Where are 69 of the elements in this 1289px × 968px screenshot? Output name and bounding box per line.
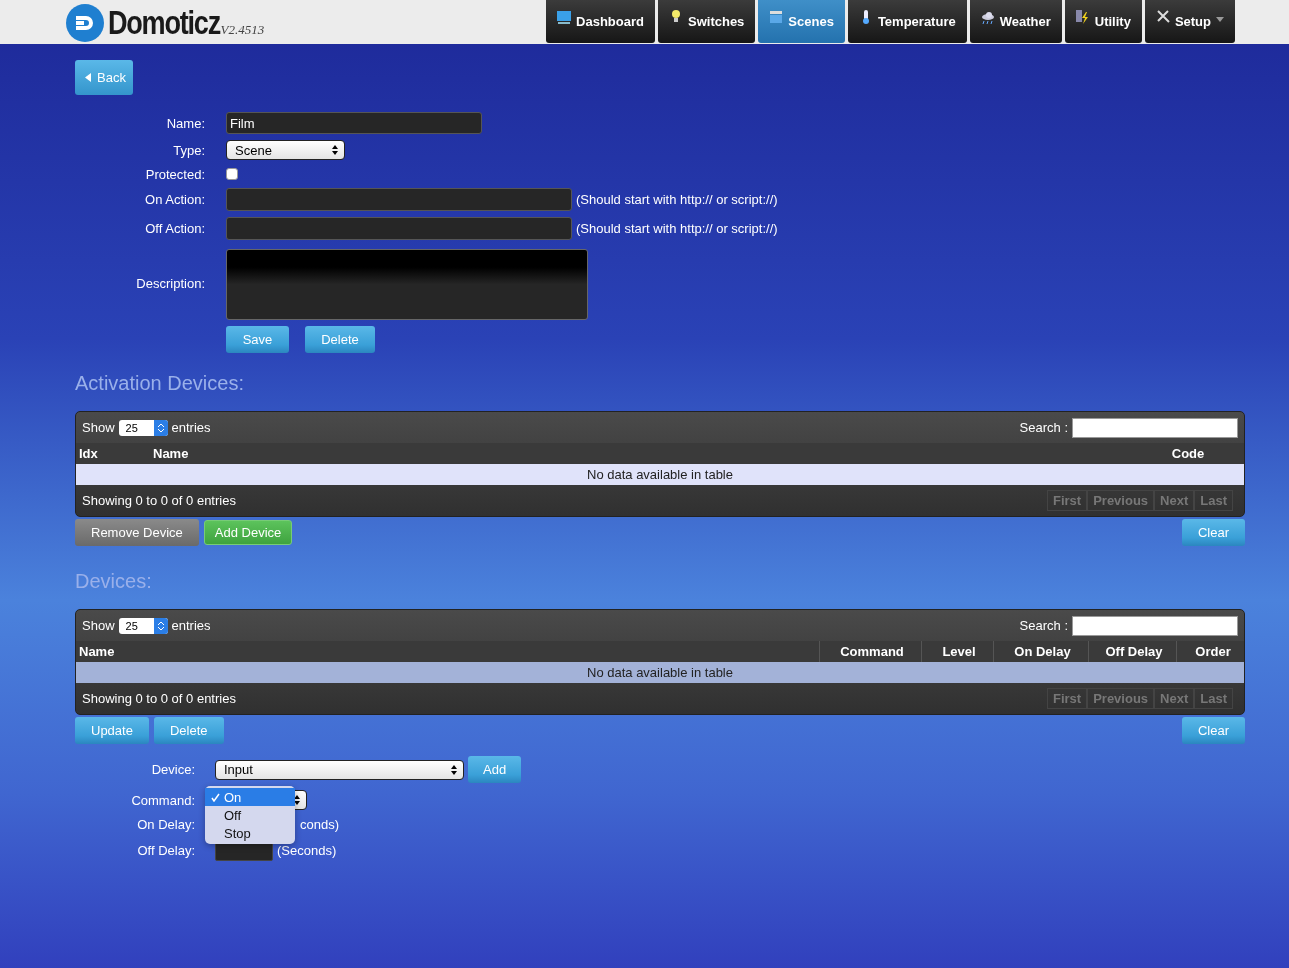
field-label: Off Delay: <box>136 842 195 858</box>
column-header[interactable]: Name <box>150 443 1129 464</box>
column-header[interactable]: Idx <box>76 443 150 464</box>
back-arrow-icon <box>85 73 91 82</box>
updown-icon <box>153 617 168 634</box>
app-name: Domoticz <box>108 4 220 42</box>
table-info: Showing 0 to 0 of 0 entries <box>82 493 236 508</box>
column-header[interactable]: Name <box>76 641 819 662</box>
section-title: Devices: <box>75 570 153 593</box>
checkmark-icon <box>211 792 220 802</box>
input-field[interactable] <box>226 188 572 211</box>
cloud-icon <box>980 9 995 25</box>
table-info: Showing 0 to 0 of 0 entries <box>82 691 236 706</box>
unit-label: conds) <box>300 817 340 832</box>
nav-tab[interactable]: Scenes <box>758 0 845 43</box>
screen-icon <box>557 9 572 25</box>
field-label: On Action: <box>144 192 205 207</box>
updown-icon <box>153 419 168 436</box>
show-label: Show <box>82 618 115 633</box>
menu-option[interactable]: Stop <box>205 824 295 842</box>
input-field[interactable]: Film <box>226 112 482 134</box>
nav-tab[interactable]: Dashboard <box>546 0 655 43</box>
field-label: Device: <box>150 762 195 777</box>
input-field[interactable] <box>226 217 572 240</box>
page-length-select[interactable]: 25 <box>118 617 168 634</box>
menu-option[interactable]: On <box>205 788 295 806</box>
select-value: 25 <box>125 619 138 632</box>
bulb-icon <box>669 9 683 25</box>
nav-tab[interactable]: Weather <box>969 0 1062 43</box>
empty-message: No data available in table <box>76 662 1244 683</box>
field-label: Command: <box>130 792 195 808</box>
page-length-select[interactable]: 25 <box>118 419 168 436</box>
field-label: Type: <box>172 142 205 158</box>
select-value: Input <box>224 762 253 777</box>
updown-icon <box>451 764 457 775</box>
hint-text: (Should start with http:// or script://) <box>576 192 778 207</box>
device-select[interactable]: Input <box>215 759 464 780</box>
bolt-icon <box>1075 9 1090 25</box>
nav-tab[interactable]: Setup <box>1144 0 1235 43</box>
search-label: Search : <box>1019 618 1068 633</box>
version-label: V2.4513 <box>220 22 265 38</box>
hint-text: (Should start with http:// or script://) <box>576 221 778 236</box>
search-label: Search : <box>1019 420 1068 435</box>
logo-icon <box>66 4 104 42</box>
checkbox[interactable] <box>226 168 238 180</box>
nav-tab[interactable]: Temperature <box>847 0 967 43</box>
empty-message: No data available in table <box>76 464 1244 485</box>
updown-icon <box>332 145 338 155</box>
select-value: 25 <box>125 421 138 434</box>
description-field[interactable] <box>226 249 588 320</box>
show-label: Show <box>82 420 115 435</box>
entries-label: entries <box>171 420 211 435</box>
search-field[interactable] <box>1072 615 1238 636</box>
field-label: On Delay: <box>136 817 195 832</box>
field-label: Name: <box>165 115 205 131</box>
action-button[interactable]: Remove Device <box>75 519 199 546</box>
field-label: Description: <box>135 275 205 291</box>
nav-tab[interactable]: Utility <box>1064 0 1142 43</box>
nav-tab[interactable]: Switches <box>658 0 756 43</box>
field-label: Off Action: <box>144 221 205 236</box>
section-title: Activation Devices: <box>75 372 245 395</box>
entries-label: entries <box>171 618 211 633</box>
field-label: Protected: <box>144 166 205 182</box>
menu-option[interactable]: Off <box>205 806 295 824</box>
type-select[interactable]: Scene <box>226 140 345 160</box>
select-value: Scene <box>235 142 272 158</box>
search-field[interactable] <box>1072 417 1238 438</box>
unit-label: (Seconds) <box>277 842 337 858</box>
column-header[interactable]: Code <box>1129 443 1244 464</box>
